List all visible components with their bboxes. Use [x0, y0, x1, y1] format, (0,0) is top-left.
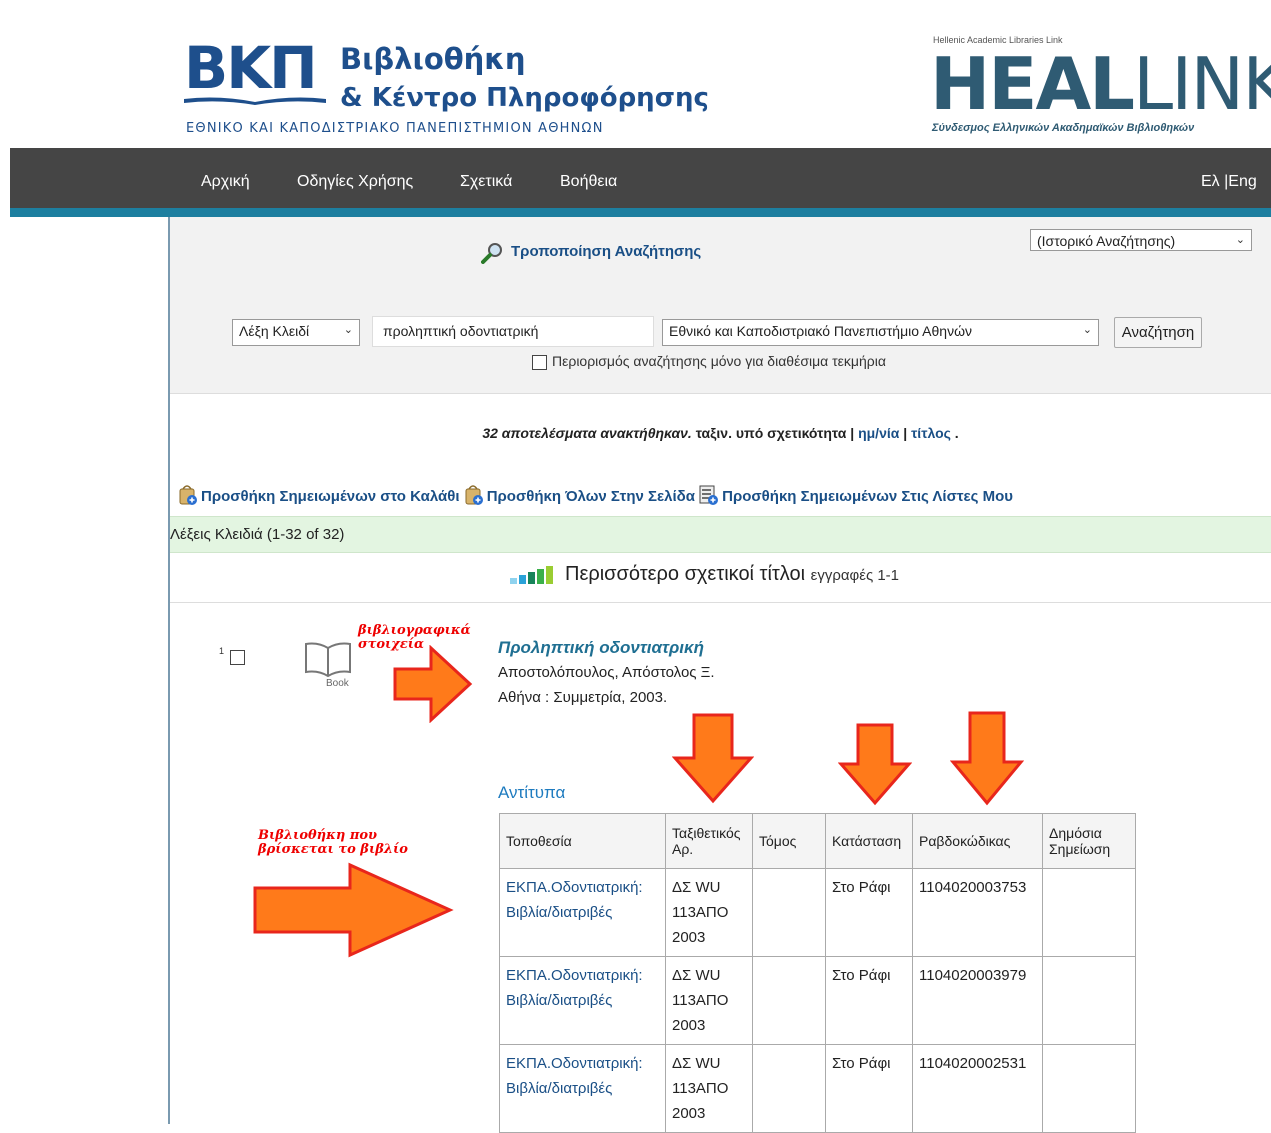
relevance-bars-icon [510, 566, 553, 584]
arrow-down-icon [672, 713, 754, 804]
list-add-icon [699, 485, 719, 505]
holding-note [1042, 956, 1136, 1045]
university-name: ΕΘΝΙΚΟ ΚΑΙ ΚΑΠΟΔΙΣΤΡΙΑΚΟ ΠΑΝΕΠΙΣΤΗΜΙΟΝ Α… [186, 121, 604, 136]
record-publication: Αθήνα : Συμμετρία, 2003. [498, 689, 668, 706]
holding-volume [752, 1044, 826, 1133]
main-nav: Αρχική Οδηγίες Χρήσης Σχετικά Βοήθεια Ελ… [10, 148, 1271, 217]
annotation-lib-line2: βρίσκεται το βιβλίο [258, 842, 408, 857]
holding-status: Στο Ράφι [825, 956, 913, 1045]
holding-status: Στο Ράφι [825, 868, 913, 957]
add-all-on-page-link[interactable]: Προσθήκη Όλων Στην Σελίδα [487, 488, 695, 505]
annotation-lib-line1: Βιβλιοθήκη που [258, 828, 378, 843]
library-logo-line2: & Κέντρο Πληροφόρησης [340, 83, 709, 113]
record-author: Αποστολόπουλος, Απόστολος Ξ. [498, 664, 715, 681]
col-status: Κατάσταση [825, 813, 913, 869]
holding-note [1042, 868, 1136, 957]
most-relevant-header: Περισσότερο σχετικοί τίτλοι εγγραφές 1-1 [565, 563, 899, 586]
results-summary: 32 αποτελέσματα ανακτήθηκαν. ταξιν. υπό … [170, 425, 1271, 441]
holding-status: Στο Ράφι [825, 1044, 913, 1133]
col-location: Τοποθεσία [499, 813, 666, 869]
heallink-logo[interactable]: HEALLINK [930, 44, 1271, 124]
sort-by-title-link[interactable]: τίτλος [911, 425, 951, 441]
add-marked-to-lists-link[interactable]: Προσθήκη Σημειωμένων Στις Λίστες Μου [722, 488, 1013, 505]
holdings-table: Τοποθεσία Ταξιθετικός Αρ. Τόμος Κατάστασ… [499, 813, 1136, 1133]
arrow-down-icon [950, 711, 1024, 806]
chevron-down-icon: ⌄ [1082, 324, 1092, 336]
chevron-down-icon: ⌄ [343, 324, 353, 336]
most-relevant-range: εγγραφές 1-1 [810, 567, 900, 584]
col-volume: Τόμος [752, 813, 826, 869]
heallink-logo-thin: LINK [1133, 42, 1271, 126]
holding-call-number: ΔΣ WU 113ΑΠΟ 2003 [665, 956, 753, 1045]
search-history-value: (Ιστορικό Αναζήτησης) [1037, 233, 1176, 249]
search-field-select[interactable]: Λέξη Κλειδί ⌄ [232, 319, 360, 346]
annotation-library: Βιβλιοθήκη που βρίσκεται το βιβλίο [258, 829, 408, 857]
arrow-right-icon [253, 862, 454, 958]
bag-add-icon [465, 485, 483, 505]
library-logo-mark[interactable]: ΒΚΠ [184, 38, 318, 98]
holding-barcode: 1104020003753 [912, 868, 1043, 957]
table-row: ΕΚΠΑ.Οδοντιατρική: Βιβλία/διατριβές ΔΣ W… [499, 868, 1136, 957]
nav-home[interactable]: Αρχική [201, 173, 250, 191]
arrow-down-icon [838, 723, 912, 806]
holding-call-number: ΔΣ WU 113ΑΠΟ 2003 [665, 868, 753, 957]
search-panel: Τροποποίηση Αναζήτησης (Ιστορικό Αναζήτη… [170, 217, 1271, 394]
divider [170, 602, 1271, 603]
sort-by-date-link[interactable]: ημ/νία [858, 425, 899, 441]
search-button[interactable]: Αναζήτηση [1114, 317, 1202, 348]
record-title-link[interactable]: Προληπτική οδοντιατρική [498, 638, 704, 658]
add-marked-to-cart-link[interactable]: Προσθήκη Σημειωμένων στο Καλάθι [201, 488, 460, 505]
col-public-note: Δημόσια Σημείωση [1042, 813, 1136, 869]
open-book-logo-icon [184, 97, 326, 105]
keyword-results-bar: Λέξεις Κλειδιά (1-32 of 32) [170, 516, 1271, 553]
book-format-icon [305, 642, 351, 678]
sort-separator: | [903, 425, 908, 441]
holding-location-link[interactable]: ΕΚΠΑ.Οδοντιατρική: Βιβλία/διατριβές [499, 868, 666, 957]
available-only-checkbox[interactable] [532, 355, 547, 370]
holding-location-link[interactable]: ΕΚΠΑ.Οδοντιατρική: Βιβλία/διατριβές [499, 1044, 666, 1133]
result-actions: Προσθήκη Σημειωμένων στο Καλάθι Προσθήκη… [178, 484, 1013, 506]
table-row: ΕΚΠΑ.Οδοντιατρική: Βιβλία/διατριβές ΔΣ W… [499, 956, 1136, 1045]
holding-volume [752, 956, 826, 1045]
holdings-header-row: Τοποθεσία Ταξιθετικός Αρ. Τόμος Κατάστασ… [499, 813, 1136, 869]
chevron-down-icon: ⌄ [1235, 234, 1245, 246]
annotation-bib-line1: βιβλιογραφικά [358, 623, 471, 638]
most-relevant-title: Περισσότερο σχετικοί τίτλοι [565, 563, 806, 585]
arrow-right-icon [393, 645, 473, 723]
copies-label: Αντίτυπα [498, 783, 566, 802]
nav-about[interactable]: Σχετικά [460, 173, 512, 191]
bag-add-icon [179, 485, 197, 505]
keyword-results-label: Λέξεις Κλειδιά (1-32 of 32) [170, 526, 345, 543]
library-logo-line1: Βιβλιοθήκη [340, 42, 526, 76]
language-switch[interactable]: Ελ |Eng [1201, 173, 1257, 191]
heallink-logo-bold: HEAL [930, 42, 1135, 126]
book-format-label: Book [326, 678, 349, 689]
search-history-select[interactable]: (Ιστορικό Αναζήτησης) ⌄ [1030, 229, 1252, 251]
col-call-number: Ταξιθετικός Αρ. [665, 813, 753, 869]
nav-guide[interactable]: Οδηγίες Χρήσης [297, 173, 413, 191]
magnifier-icon [481, 243, 502, 264]
holding-volume [752, 868, 826, 957]
record-select-checkbox[interactable] [230, 650, 245, 665]
search-field-value: Λέξη Κλειδί [239, 323, 310, 339]
sort-label: ταξιν. υπό σχετικότητα | [695, 425, 855, 441]
site-header: ΒΚΠ Βιβλιοθήκη & Κέντρο Πληροφόρησης ΕΘΝ… [0, 0, 1271, 148]
col-barcode: Ραβδοκώδικας [912, 813, 1043, 869]
results-count: 32 αποτελέσματα ανακτήθηκαν. [482, 425, 692, 441]
holding-call-number: ΔΣ WU 113ΑΠΟ 2003 [665, 1044, 753, 1133]
holding-location-link[interactable]: ΕΚΠΑ.Οδοντιατρική: Βιβλία/διατριβές [499, 956, 666, 1045]
sort-end: . [954, 425, 959, 441]
nav-help[interactable]: Βοήθεια [560, 173, 617, 191]
search-scope-value: Εθνικό και Καποδιστριακό Πανεπιστήμιο Αθ… [669, 323, 973, 339]
available-only-label: Περιορισμός αναζήτησης μόνο για διαθέσιμ… [552, 353, 886, 369]
record-number: 1 [219, 646, 225, 656]
modify-search-link[interactable]: Τροποποίηση Αναζήτησης [511, 243, 701, 260]
search-input[interactable]: προληπτική οδοντιατρική [372, 316, 654, 347]
holding-barcode: 1104020003979 [912, 956, 1043, 1045]
holding-barcode: 1104020002531 [912, 1044, 1043, 1133]
search-scope-select[interactable]: Εθνικό και Καποδιστριακό Πανεπιστήμιο Αθ… [662, 319, 1099, 346]
heallink-subtitle: Σύνδεσμος Ελληνικών Ακαδημαϊκών Βιβλιοθη… [932, 122, 1195, 134]
table-row: ΕΚΠΑ.Οδοντιατρική: Βιβλία/διατριβές ΔΣ W… [499, 1044, 1136, 1133]
holding-note [1042, 1044, 1136, 1133]
